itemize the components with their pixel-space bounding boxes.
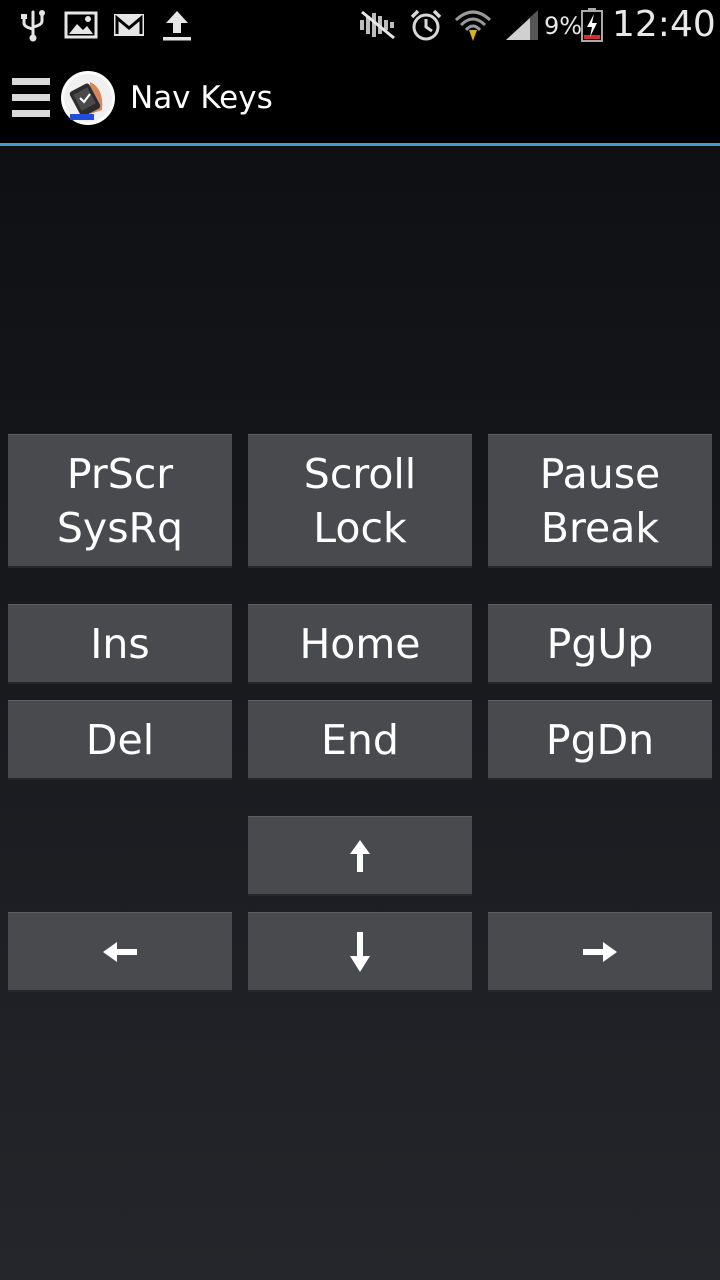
- page-title: Nav Keys: [130, 80, 273, 116]
- arrow-up-key[interactable]: [248, 816, 472, 896]
- key-label: Home: [299, 619, 421, 668]
- key-label-line1: PrScr: [66, 449, 174, 498]
- drawer-menu-icon[interactable]: [12, 76, 50, 120]
- gmail-icon: [114, 14, 144, 36]
- key-label-line2: Break: [540, 503, 660, 552]
- arrow-left-icon: [103, 941, 137, 962]
- arrow-down-key[interactable]: [248, 912, 472, 992]
- key-label: End: [321, 715, 399, 764]
- action-bar-divider: [0, 143, 720, 146]
- arrow-right-icon: [583, 941, 617, 962]
- upload-icon: [163, 11, 191, 41]
- clock-time: 12:40: [612, 4, 716, 45]
- del-key[interactable]: Del: [8, 700, 232, 780]
- scroll-lock-key[interactable]: Scroll Lock: [248, 434, 472, 568]
- key-label-line2: SysRq: [56, 503, 184, 552]
- home-key[interactable]: Home: [248, 604, 472, 684]
- arrow-right-key[interactable]: [488, 912, 712, 992]
- mute-icon: [360, 10, 395, 40]
- key-label: Del: [85, 715, 155, 764]
- key-label-line2: Lock: [313, 503, 407, 552]
- status-bar: 9% 12:40: [0, 0, 720, 50]
- pgdn-key[interactable]: PgDn: [488, 700, 712, 780]
- battery-charging-icon: [581, 8, 603, 42]
- key-label-line1: Pause: [539, 449, 661, 498]
- action-bar: Nav Keys: [0, 50, 720, 143]
- prscr-sysrq-key[interactable]: PrScr SysRq: [8, 434, 232, 568]
- end-key[interactable]: End: [248, 700, 472, 780]
- key-label-line1: Scroll: [303, 449, 417, 498]
- ins-key[interactable]: Ins: [8, 604, 232, 684]
- pause-break-key[interactable]: Pause Break: [488, 434, 712, 568]
- key-label: PgUp: [546, 619, 654, 668]
- battery-percent: 9%: [544, 12, 583, 40]
- key-label: Ins: [90, 619, 150, 668]
- pgup-key[interactable]: PgUp: [488, 604, 712, 684]
- usb-icon: [21, 10, 45, 42]
- arrow-left-key[interactable]: [8, 912, 232, 992]
- wifi-icon: [454, 10, 492, 41]
- gallery-icon: [64, 11, 98, 39]
- app-logo-icon[interactable]: [60, 70, 116, 126]
- signal-icon: [506, 10, 538, 40]
- arrow-up-icon: [350, 839, 370, 872]
- arrow-down-icon: [350, 931, 370, 972]
- alarm-icon: [410, 9, 442, 41]
- key-label: PgDn: [545, 715, 655, 764]
